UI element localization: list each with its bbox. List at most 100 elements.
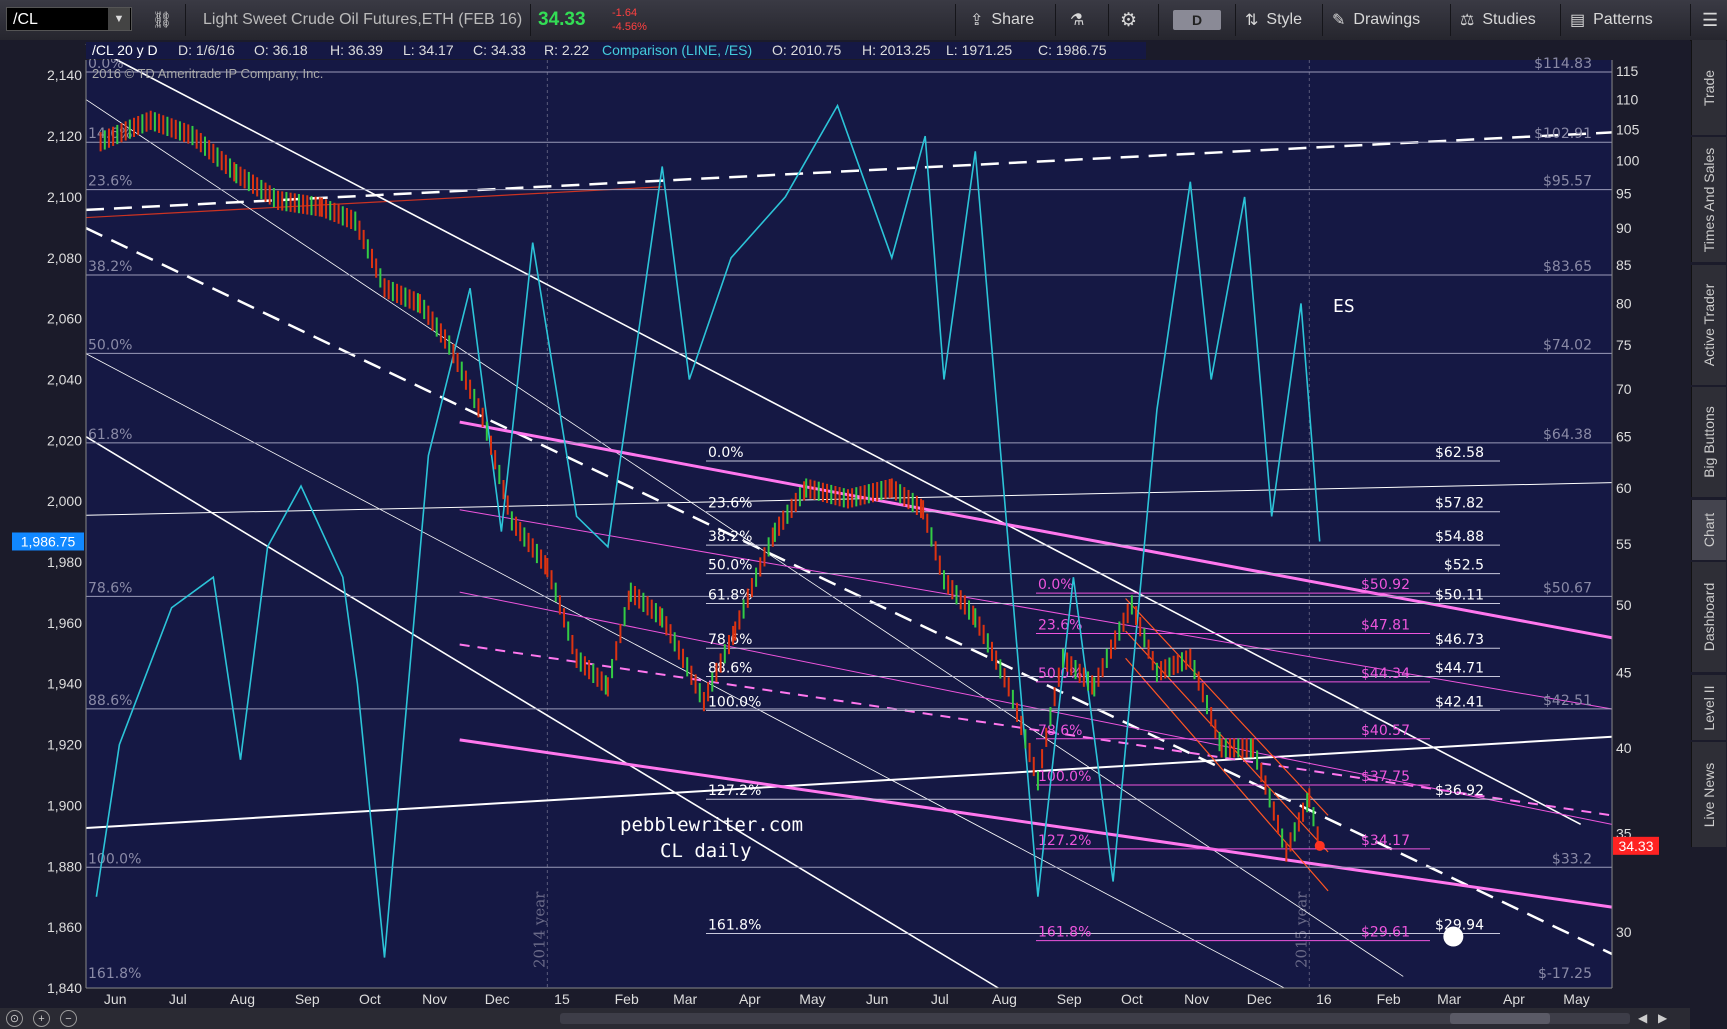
side-tab-trade[interactable]: Trade [1691,40,1726,135]
cl-last-marker [1314,840,1325,851]
x-axis-tick: May [1563,991,1589,1007]
gear-icon[interactable]: ⚙ [1120,0,1137,40]
period-selector[interactable]: D [1173,10,1221,30]
net-change: -1.64 [612,7,638,19]
es-current-value: 1,986.75 [21,533,76,549]
x-axis-tick: Dec [1247,991,1272,1007]
fib-mid-label: 88.6% [708,661,752,677]
site-annotation: pebblewriter.com [620,814,803,836]
fib-big-price-tag: $114.83 [1534,56,1592,72]
fib-big-label: 161.8% [88,966,141,982]
year-label: 2014 year [530,891,548,968]
fib-mid-price-tag: $36.92 [1435,783,1484,799]
patterns-button[interactable]: ▤ Patterns [1570,0,1653,40]
fib-mid-price-tag: $54.88 [1435,529,1484,545]
fib-small-label: 127.2% [1038,833,1091,849]
header-field: /CL 20 y D [92,42,158,58]
style-label: Style [1266,11,1302,28]
fib-mid-label: 61.8% [708,587,752,603]
side-tab-chart[interactable]: Chart [1691,500,1726,560]
fib-small-price-tag: $44.34 [1361,666,1410,682]
left-axis-tick: 2,140 [47,67,82,83]
x-axis-tick: 16 [1316,991,1332,1007]
x-axis-tick: Mar [1437,991,1461,1007]
scroll-left-icon[interactable]: ◀ [1638,1011,1647,1025]
left-axis-tick: 1,920 [47,737,82,753]
x-axis-tick: Sep [1057,991,1082,1007]
zoom-reset-icon[interactable]: ⊙ [6,1010,23,1027]
scroll-right-icon[interactable]: ▶ [1658,1011,1667,1025]
left-axis-tick: 1,940 [47,676,82,692]
menu-icon[interactable]: ☰ [1702,0,1718,40]
time-scrollbar-thumb[interactable] [1450,1013,1550,1024]
x-axis-tick: Nov [1184,991,1209,1007]
left-axis-tick: 1,840 [47,980,82,996]
studies-icon: ⚖ [1460,12,1475,29]
studies-button[interactable]: ⚖ Studies [1460,0,1536,40]
fib-mid-label: 78.6% [708,632,752,648]
fib-small-price-tag: $34.17 [1361,833,1410,849]
header-field: H: 2013.25 [862,42,931,58]
side-tab-label: Active Trader [1701,283,1717,367]
left-axis-tick: 2,100 [47,189,82,205]
symbol-dropdown-arrow-icon[interactable]: ▼ [108,8,130,30]
x-axis-tick: May [799,991,825,1007]
right-axis-tick: 75 [1616,337,1632,353]
fib-mid-price-tag: $50.11 [1435,587,1484,603]
fib-small-price-tag: $29.61 [1361,925,1410,941]
x-axis-tick: Oct [359,991,381,1007]
side-tab-times-and-sales[interactable]: Times And Sales [1691,137,1726,262]
header-field: O: 2010.75 [772,42,841,58]
x-axis-tick: Aug [230,991,255,1007]
side-tab-level-ii[interactable]: Level II [1691,675,1726,740]
fib-mid-price-tag: $62.58 [1435,445,1484,461]
pencil-icon: ✎ [1332,12,1346,29]
es-annotation: ES [1333,296,1355,317]
chart-panel[interactable]: 2014 year 2015 year 0.0% $114.83 14.6% $102.… [0,40,1690,1008]
side-tab-live-news[interactable]: Live News [1691,742,1726,847]
link-icon[interactable]: ⛓ [152,0,172,40]
left-axis-tick: 2,120 [47,128,82,144]
x-axis-tick: Aug [992,991,1017,1007]
side-tab-active-trader[interactable]: Active Trader [1691,265,1726,385]
side-tab-label: Level II [1701,684,1717,731]
x-axis-tick: Jun [104,991,127,1007]
header-field: Comparison (LINE, /ES) [602,42,752,58]
fib-small-price-tag: $40.57 [1361,723,1410,739]
header-field: L: 1971.25 [946,42,1012,58]
left-axis-tick: 1,880 [47,858,82,874]
price-chart[interactable]: 2014 year 2015 year 0.0% $114.8314.6% $102.… [0,40,1690,1008]
side-tab-label: Times And Sales [1701,147,1717,252]
side-tab-dashboard[interactable]: Dashboard [1691,562,1726,672]
fib-small-label: 161.8% [1038,925,1091,941]
fib-mid-price-tag: $42.41 [1435,694,1484,710]
header-field: D: 1/6/16 [178,42,235,58]
drawings-button[interactable]: ✎ Drawings [1332,0,1420,40]
flask-icon[interactable]: ⚗ [1070,0,1084,40]
year-label: 2015 year [1292,891,1310,968]
x-axis-tick: Feb [1377,991,1401,1007]
header-field: O: 36.18 [254,42,308,58]
share-button[interactable]: ⇪ Share [970,0,1034,40]
right-axis-tick: 85 [1616,257,1632,273]
copyright-text: 2016 © TD Ameritrade IP Company, Inc. [92,66,323,81]
fib-mid-label: 0.0% [708,445,744,461]
drawings-label: Drawings [1353,11,1421,28]
side-tab-label: Chart [1701,512,1717,548]
patterns-label: Patterns [1593,11,1653,28]
fib-small-label: 100.0% [1038,769,1091,785]
cl-current-value: 34.33 [1618,838,1653,854]
zoom-in-icon[interactable]: + [33,1010,50,1027]
side-tab-label: Big Buttons [1701,406,1717,478]
left-axis-tick: 1,980 [47,554,82,570]
x-axis-tick: Oct [1121,991,1143,1007]
side-tab-big-buttons[interactable]: Big Buttons [1691,387,1726,497]
style-icon: ⇅ [1245,12,1259,29]
x-axis-tick: Sep [295,991,320,1007]
fib-mid-label: 100.0% [708,694,761,710]
zoom-out-icon[interactable]: − [60,1010,77,1027]
style-button[interactable]: ⇅ Style [1245,0,1302,40]
left-axis-tick: 2,020 [47,432,82,448]
side-tab-label: Live News [1701,762,1717,827]
fib-big-label: 61.8% [88,427,132,443]
